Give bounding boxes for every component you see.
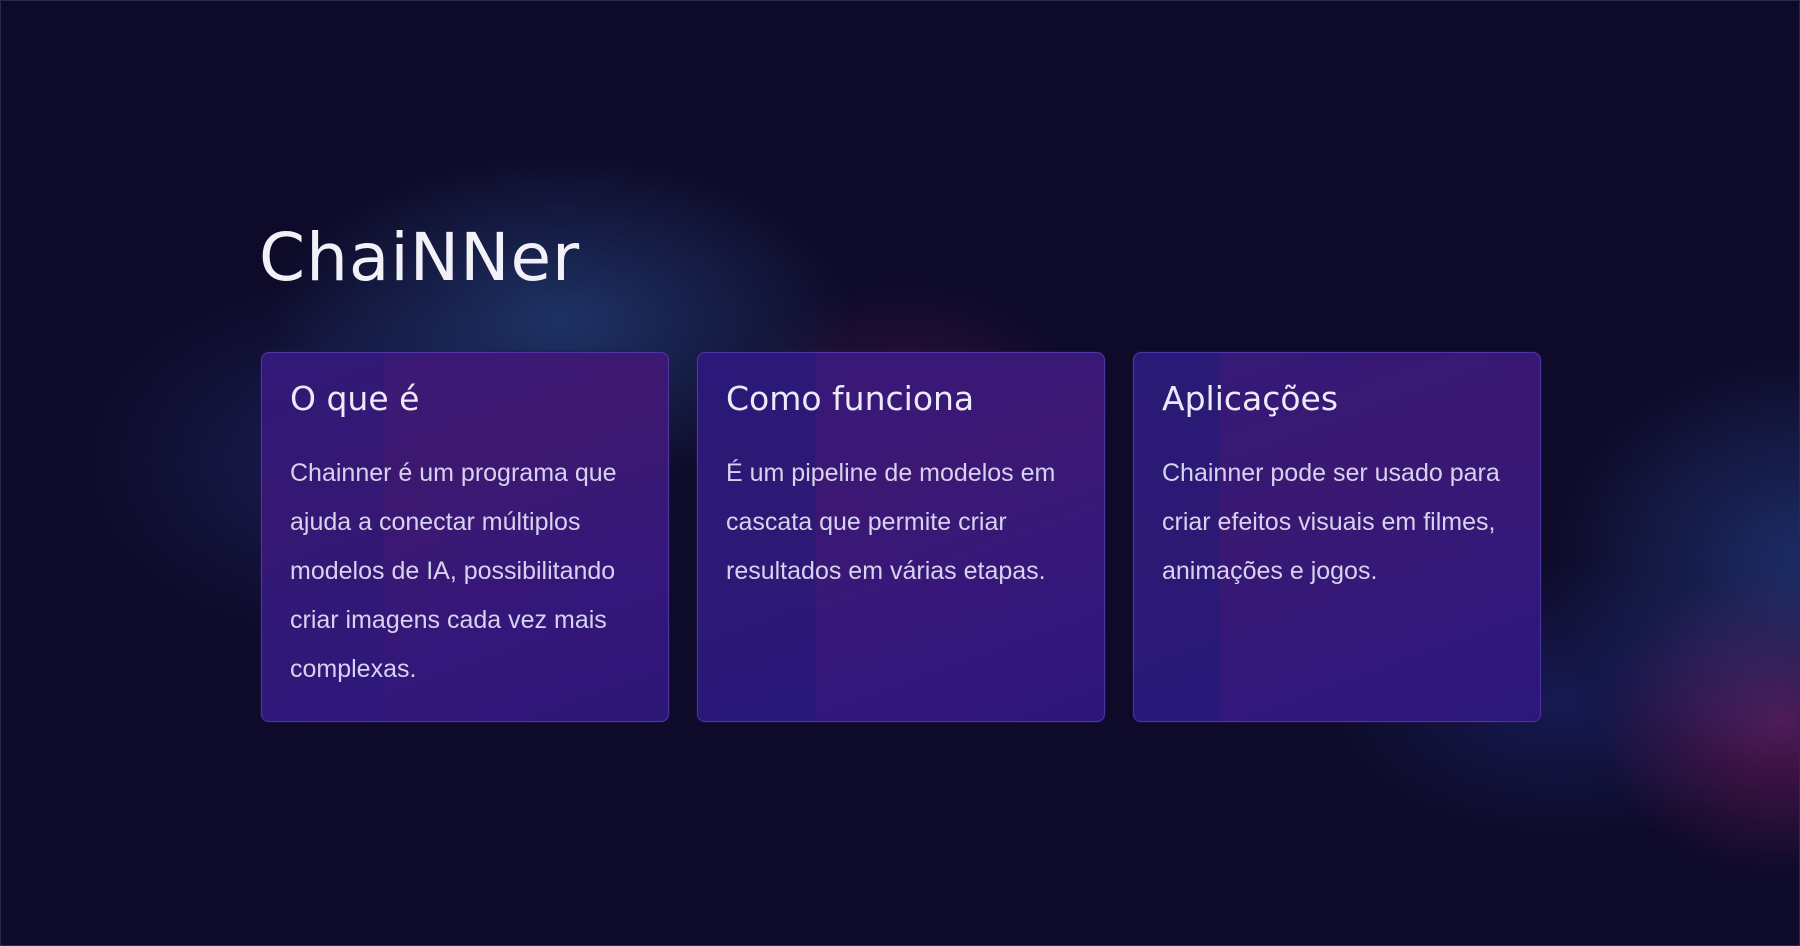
slide-title: ChaiNNer: [259, 219, 581, 296]
card-text: Chainner é um programa que ajuda a conec…: [290, 458, 617, 683]
card-heading: Aplicações: [1162, 379, 1339, 418]
card-text: Chainner pode ser usado para criar efeit…: [1162, 458, 1500, 585]
card-how-it-works: Como funciona É um pipeline de modelos e…: [697, 352, 1105, 722]
card-text: É um pipeline de modelos em cascata que …: [726, 458, 1056, 585]
card-heading: O que é: [290, 379, 420, 418]
card-heading: Como funciona: [726, 379, 975, 418]
card-what-is: O que é Chainner é um programa que ajuda…: [261, 352, 669, 722]
cards-row: O que é Chainner é um programa que ajuda…: [261, 352, 1541, 722]
slide: ChaiNNer O que é Chainner é um programa …: [0, 0, 1800, 946]
card-applications: Aplicações Chainner pode ser usado para …: [1133, 352, 1541, 722]
